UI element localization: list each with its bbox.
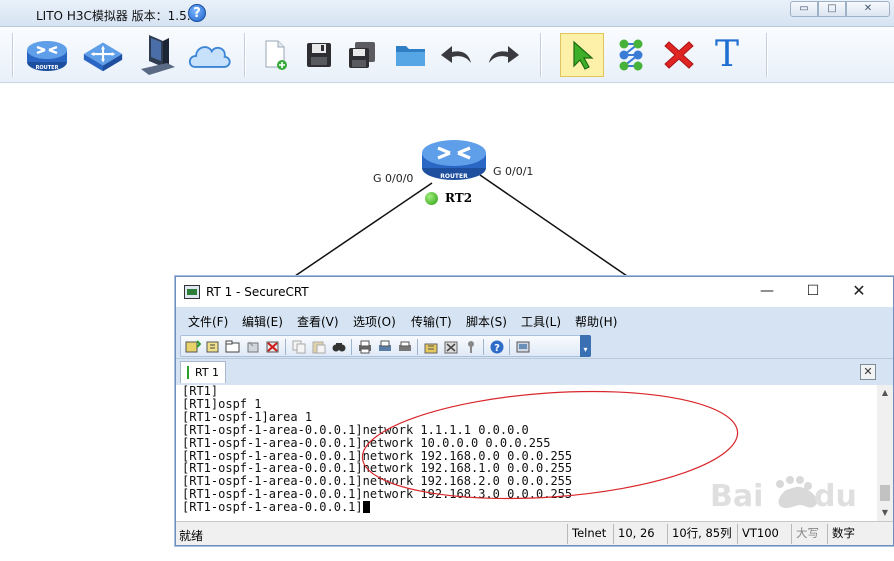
router-name: RT2 <box>445 191 473 205</box>
securecrt-toolbar: ? ▾ <box>176 333 893 359</box>
new-file-icon[interactable] <box>252 33 298 77</box>
status-terminal-size: 10行, 85列 <box>667 524 737 544</box>
connect-icon[interactable] <box>185 340 201 354</box>
toolbar-separator <box>540 33 541 77</box>
status-cursor-position: 10, 26 <box>613 524 667 544</box>
text-tool-label: T <box>714 34 739 75</box>
toolbar-separator <box>12 33 13 77</box>
save-icon[interactable] <box>296 33 342 77</box>
svg-text:ROUTER: ROUTER <box>36 65 59 71</box>
global-options-icon[interactable] <box>443 340 459 354</box>
delete-icon[interactable] <box>656 33 702 77</box>
toolbar-separator <box>766 33 767 77</box>
menu-file[interactable]: 文件(F) <box>188 313 228 330</box>
paste-icon[interactable] <box>311 340 327 354</box>
disconnect-icon[interactable] <box>265 340 281 354</box>
tab-close-button[interactable]: ✕ <box>860 364 876 380</box>
securecrt-titlebar: RT 1 - SecureCRT — ☐ ✕ <box>176 277 893 307</box>
tab-rt1[interactable]: RT 1 <box>180 361 226 383</box>
connect-in-tab-icon[interactable] <box>225 340 241 354</box>
scroll-down-arrow-icon[interactable]: ▼ <box>877 505 893 521</box>
print-icon[interactable] <box>357 340 373 354</box>
menu-options[interactable]: 选项(O) <box>353 313 396 330</box>
print-selection-icon[interactable] <box>377 340 393 354</box>
app-titlebar: LITO H3C模拟器 版本：1.5.2 ? ▭ □ ✕ <box>0 0 894 27</box>
scrollbar-thumb[interactable] <box>880 485 890 501</box>
terminal-area[interactable]: [RT1] [RT1]ospf 1 [RT1-ospf-1]area 1 [RT1-o… <box>176 385 877 521</box>
toolbar-overflow-chevron-icon[interactable]: ▾ <box>580 335 591 357</box>
toolbar-separator <box>244 33 245 77</box>
cloud-icon[interactable] <box>186 33 232 77</box>
scroll-up-arrow-icon[interactable]: ▲ <box>877 385 893 401</box>
securecrt-close-button[interactable]: ✕ <box>844 281 874 303</box>
menu-view[interactable]: 查看(V) <box>297 313 339 330</box>
svg-text:?: ? <box>494 343 500 354</box>
red-ellipse-annotation <box>361 390 739 500</box>
status-ready: 就绪 <box>179 529 204 543</box>
menu-edit[interactable]: 编辑(E) <box>242 313 283 330</box>
quick-connect-icon[interactable] <box>205 340 221 354</box>
status-caps-lock: 大写 <box>791 524 827 544</box>
session-options-icon[interactable] <box>423 340 439 354</box>
port-label-right: G 0/0/1 <box>493 165 534 178</box>
save-as-icon[interactable] <box>340 33 386 77</box>
key-icon[interactable] <box>463 340 479 354</box>
router-status-indicator <box>425 192 438 205</box>
redo-icon[interactable] <box>480 33 526 77</box>
securecrt-toolbar-strip: ? <box>180 335 582 357</box>
router-icon[interactable]: ROUTER <box>24 33 70 77</box>
connect-link-icon[interactable] <box>608 33 654 77</box>
select-pointer-icon[interactable] <box>560 33 604 77</box>
menu-help[interactable]: 帮助(H) <box>575 313 617 330</box>
toolbar-separator <box>285 339 286 355</box>
toolbar-separator <box>483 339 484 355</box>
log-session-icon[interactable] <box>515 340 531 354</box>
find-icon[interactable] <box>331 340 347 354</box>
link-g000[interactable] <box>294 182 433 277</box>
open-folder-icon[interactable] <box>388 33 434 77</box>
copy-icon[interactable] <box>291 340 307 354</box>
securecrt-title: RT 1 - SecureCRT <box>206 285 309 299</box>
router-icon: ROUTER <box>422 140 486 180</box>
securecrt-logo-icon <box>184 285 200 299</box>
app-title: LITO H3C模拟器 版本：1.5.2 <box>36 9 199 23</box>
reconnect-icon[interactable] <box>245 340 261 354</box>
toolbar-separator <box>417 339 418 355</box>
toolbar-separator <box>509 339 510 355</box>
securecrt-statusbar: 就绪 Telnet 10, 26 10行, 85列 VT100 大写 数字 <box>176 521 893 545</box>
app-maximize-button[interactable]: □ <box>818 1 846 17</box>
securecrt-menubar: 文件(F) 编辑(E) 查看(V) 选项(O) 传输(T) 脚本(S) 工具(L… <box>176 307 893 333</box>
info-icon[interactable]: ? <box>489 340 505 354</box>
help-icon[interactable]: ? <box>188 4 206 22</box>
pc-icon[interactable] <box>134 33 180 77</box>
toolbar-separator <box>351 339 352 355</box>
tab-connected-indicator <box>187 366 189 379</box>
port-label-left: G 0/0/0 <box>373 172 414 185</box>
router-badge: ROUTER <box>440 173 468 180</box>
undo-icon[interactable] <box>434 33 480 77</box>
link-g001[interactable] <box>479 174 628 277</box>
status-protocol: Telnet <box>567 524 613 544</box>
terminal-scrollbar[interactable]: ▲ ▼ <box>877 385 893 521</box>
app-toolbar: ROUTER T <box>0 27 894 83</box>
securecrt-window: RT 1 - SecureCRT — ☐ ✕ 文件(F) 编辑(E) 查看(V)… <box>175 276 894 546</box>
router-node-rt2[interactable]: ROUTER <box>420 135 488 183</box>
tab-label: RT 1 <box>195 366 220 379</box>
securecrt-tabbar: RT 1 ✕ <box>176 359 893 385</box>
app-minimize-button[interactable]: ▭ <box>790 1 818 17</box>
print-setup-icon[interactable] <box>397 340 413 354</box>
menu-tools[interactable]: 工具(L) <box>521 313 561 330</box>
status-num-lock: 数字 <box>827 524 863 544</box>
securecrt-maximize-button[interactable]: ☐ <box>798 281 828 303</box>
securecrt-minimize-button[interactable]: — <box>752 281 782 303</box>
text-tool-icon[interactable]: T <box>704 33 750 77</box>
menu-transfer[interactable]: 传输(T) <box>411 313 452 330</box>
menu-script[interactable]: 脚本(S) <box>466 313 507 330</box>
app-close-button[interactable]: ✕ <box>846 1 890 17</box>
status-emulation: VT100 <box>737 524 791 544</box>
switch-icon[interactable] <box>80 33 126 77</box>
